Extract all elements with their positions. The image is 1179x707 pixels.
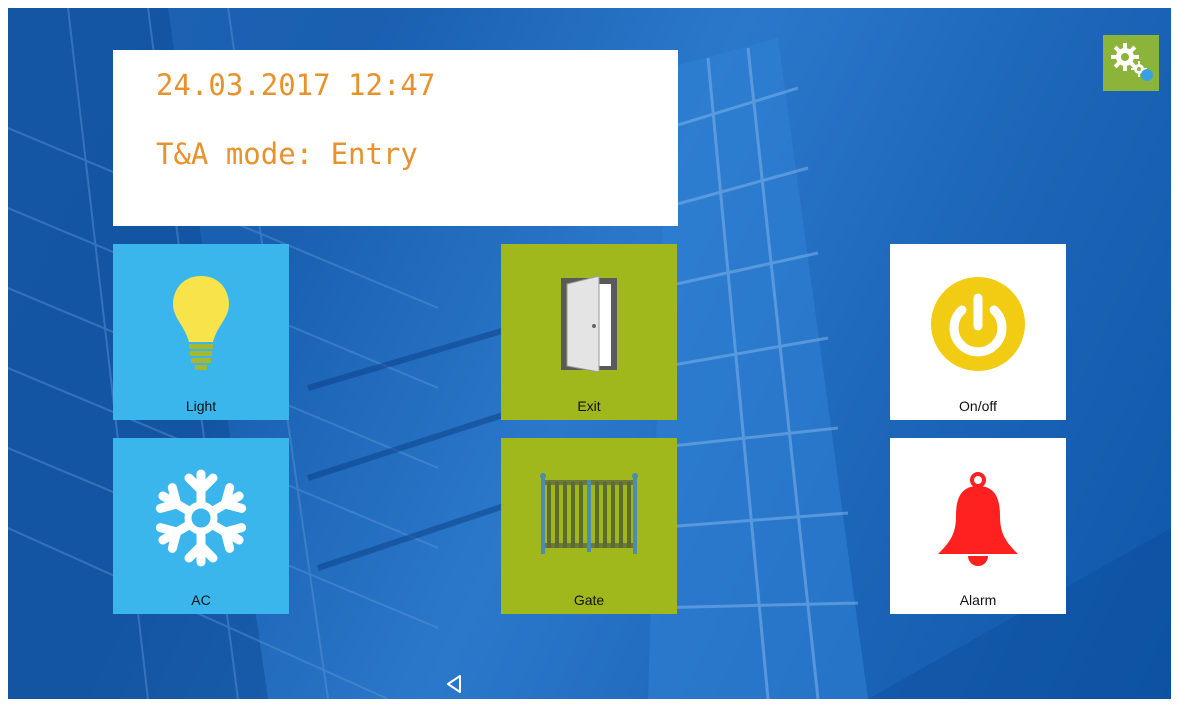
tile-onoff-label: On/off [959,398,997,414]
gears-icon [1111,43,1153,81]
lightbulb-icon [173,276,229,370]
datetime-text: 24.03.2017 12:47 [156,68,436,102]
tile-alarm[interactable]: Alarm [890,438,1066,614]
open-door-icon [561,275,617,373]
home-screen: 24.03.2017 12:47 T&A mode: Entry Light E… [8,8,1171,699]
bell-icon [938,472,1018,566]
tile-gate[interactable]: Gate [501,438,677,614]
settings-button[interactable] [1103,35,1159,91]
tile-gate-label: Gate [573,592,605,608]
tile-onoff[interactable]: On/off [890,244,1066,420]
tile-alarm-label: Alarm [959,592,997,608]
tile-ac-label: AC [191,592,211,608]
mode-text: T&A mode: Entry [156,137,418,171]
tile-exit[interactable]: Exit [501,244,677,420]
tile-exit-label: Exit [577,398,601,414]
gate-icon [540,473,638,554]
back-triangle-icon[interactable] [445,674,463,694]
tile-light[interactable]: Light [113,244,289,420]
snowflake-icon [155,469,247,567]
tile-ac[interactable]: AC [113,438,289,614]
tile-light-label: Light [185,398,217,414]
status-panel: 24.03.2017 12:47 T&A mode: Entry [113,50,678,226]
power-icon [931,277,1025,371]
